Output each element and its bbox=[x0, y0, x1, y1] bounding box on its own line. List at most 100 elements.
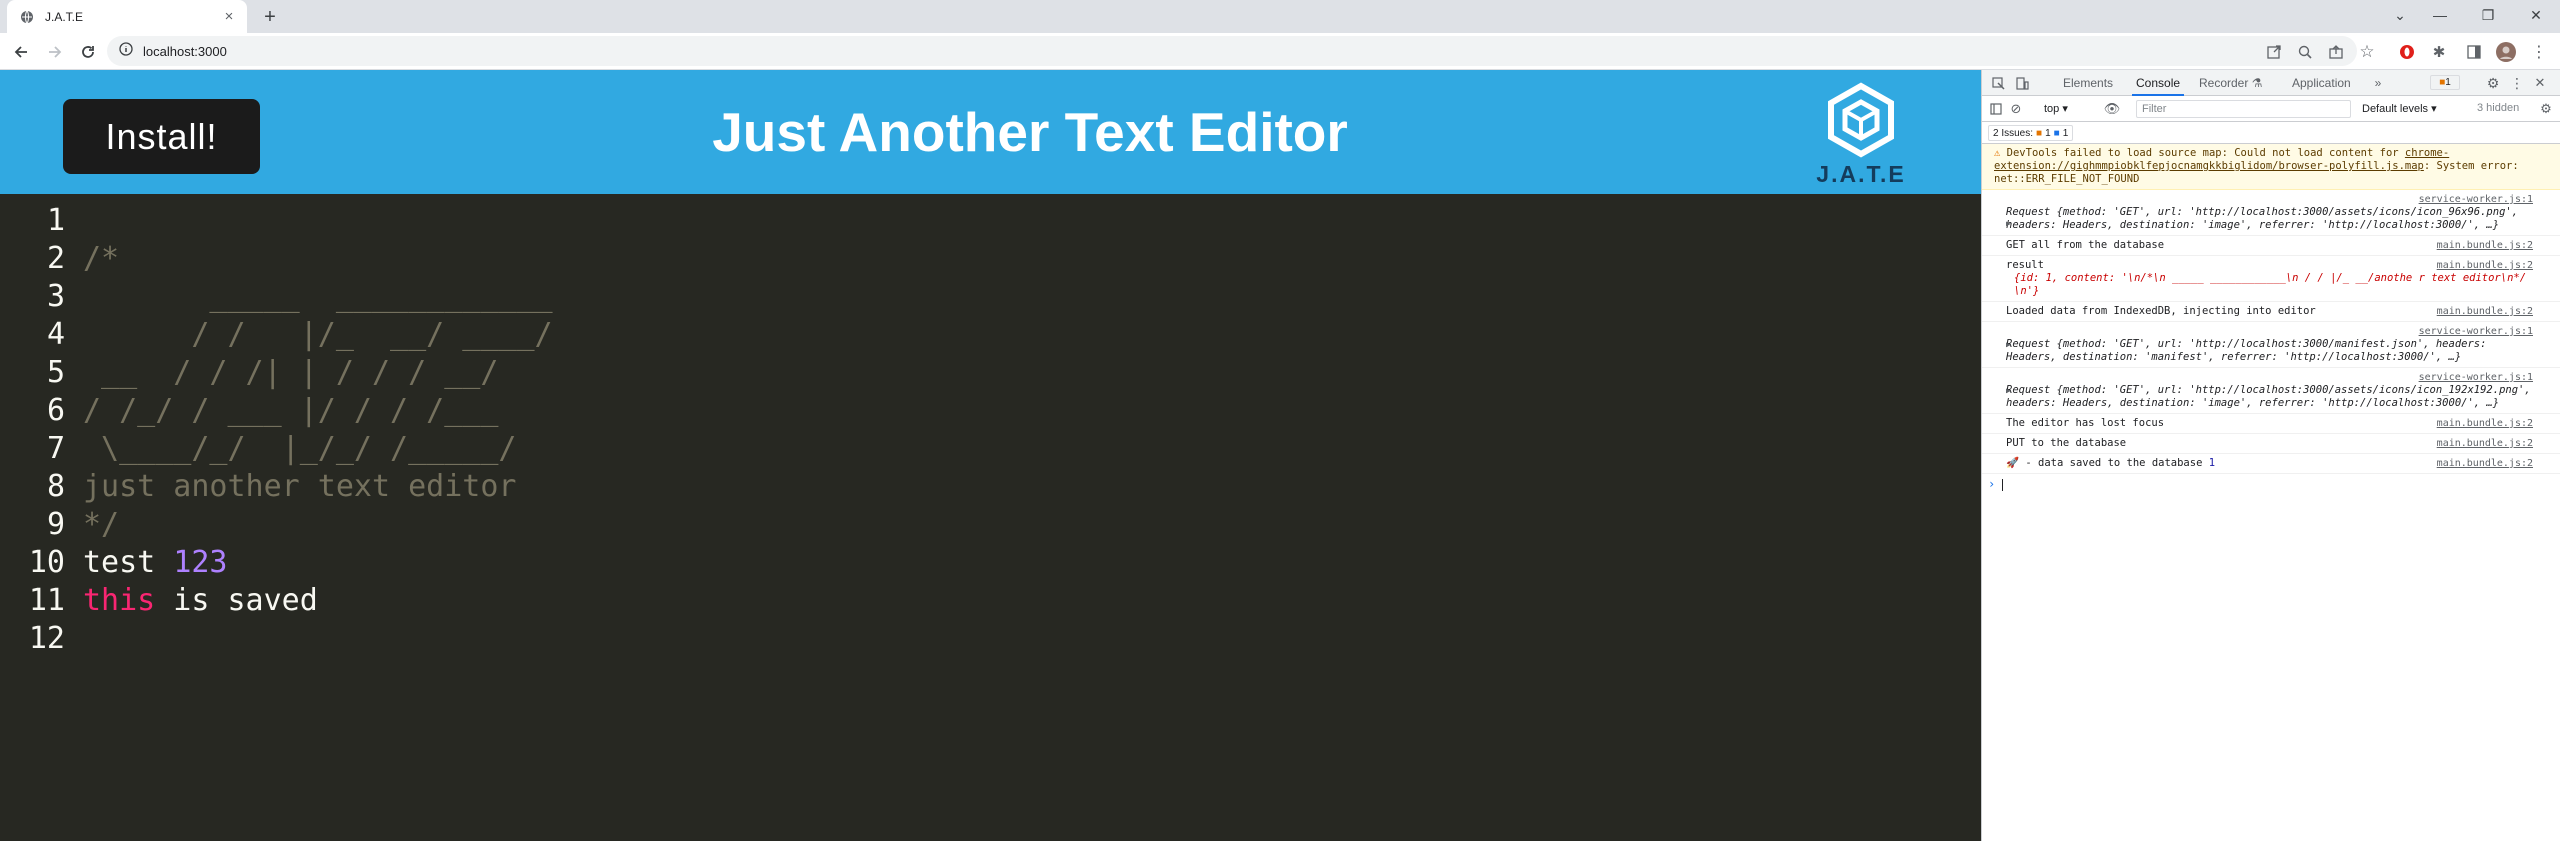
log-levels-dropdown[interactable]: Default levels ▾ bbox=[2362, 102, 2437, 115]
editor-line: 5 __ / / /| | / / / __/ bbox=[0, 354, 1981, 392]
zoom-icon[interactable] bbox=[2293, 40, 2317, 64]
levels-label: Default levels bbox=[2362, 103, 2429, 115]
minimize-icon[interactable]: — bbox=[2416, 0, 2464, 30]
message-source-link[interactable]: main.bundle.js:2 bbox=[2437, 305, 2533, 318]
share-icon[interactable] bbox=[2324, 40, 2348, 64]
request-object[interactable]: Request {method: 'GET', url: 'http://loc… bbox=[2006, 206, 2518, 231]
message-source-link[interactable]: service-worker.js:1 bbox=[2006, 193, 2539, 206]
expand-arrow-icon[interactable]: ▶ bbox=[2006, 384, 2011, 397]
line-number: 3 bbox=[46, 279, 65, 314]
eye-icon[interactable]: 👁 bbox=[2104, 101, 2121, 117]
hidden-count: 3 hidden bbox=[2477, 102, 2520, 114]
issues-info-count: 1 bbox=[2062, 127, 2069, 139]
expand-arrow-icon[interactable]: ▶ bbox=[2006, 338, 2011, 351]
browser-tab-strip: J.A.T.E × + ⌄ — ❐ ✕ bbox=[0, 0, 2560, 33]
line-number: 5 bbox=[46, 355, 65, 390]
browser-toolbar: localhost:3000 ☆ ✱ ⋮ bbox=[0, 33, 2560, 70]
context-label: top bbox=[2044, 103, 2060, 115]
message-source-link[interactable]: service-worker.js:1 bbox=[2006, 371, 2539, 384]
request-object[interactable]: Request {method: 'GET', url: 'http://loc… bbox=[2006, 384, 2531, 409]
editor-line: 3 _____ ____________ bbox=[0, 278, 1981, 316]
editor-line: 7 \____/_/ |_/_/ /_____/ bbox=[0, 430, 1981, 468]
opera-extension-icon[interactable] bbox=[2395, 40, 2419, 64]
comment-text: \____/_/ |_/_/ /_____/ bbox=[83, 431, 517, 466]
message-source-link[interactable]: main.bundle.js:2 bbox=[2437, 239, 2533, 252]
tab-application[interactable]: Application bbox=[2292, 70, 2351, 96]
profile-avatar[interactable] bbox=[2494, 40, 2518, 64]
inspect-element-icon[interactable] bbox=[1990, 75, 2006, 91]
editor-line: 10 test 123 bbox=[0, 544, 1981, 582]
comment-text: _____ ____________ bbox=[83, 279, 553, 314]
line-number: 6 bbox=[46, 393, 65, 428]
issues-label: 2 Issues: bbox=[1993, 127, 2034, 139]
new-tab-icon[interactable]: + bbox=[258, 5, 282, 29]
side-panel-icon[interactable] bbox=[2462, 40, 2486, 64]
settings-gear-icon[interactable]: ⚙ bbox=[2485, 75, 2501, 91]
result-object[interactable]: {id: 1, content: '\n/*\n _____ _________… bbox=[2006, 272, 2539, 298]
sidebar-toggle-icon[interactable] bbox=[1988, 101, 2004, 117]
more-tabs-icon[interactable]: » bbox=[2370, 75, 2386, 91]
bookmark-star-icon[interactable]: ☆ bbox=[2355, 40, 2379, 64]
open-in-app-icon[interactable] bbox=[2262, 40, 2286, 64]
expand-arrow-icon[interactable]: ▶ bbox=[2006, 217, 2011, 230]
message-text: GET all from the database bbox=[2006, 239, 2165, 251]
clear-console-icon[interactable]: ⊘ bbox=[2008, 101, 2024, 117]
issues-warn-count: 1 bbox=[2045, 127, 2051, 139]
request-object[interactable]: Request {method: 'GET', url: 'http://loc… bbox=[2006, 338, 2486, 363]
console-message: service-worker.js:1 ▶ Request {method: '… bbox=[1982, 190, 2560, 236]
code-word: test bbox=[83, 545, 174, 580]
context-select[interactable]: top ▾ bbox=[2044, 102, 2068, 115]
message-source-link[interactable]: main.bundle.js:2 bbox=[2437, 437, 2533, 450]
forward-icon[interactable] bbox=[43, 40, 67, 64]
tab-elements[interactable]: Elements bbox=[2063, 70, 2113, 96]
code-number: 123 bbox=[173, 545, 228, 580]
filter-input[interactable]: Filter bbox=[2136, 100, 2351, 118]
code-keyword: this bbox=[83, 583, 156, 618]
editor-line: 12 bbox=[0, 620, 1981, 658]
device-toolbar-icon[interactable] bbox=[2014, 75, 2030, 91]
code-editor[interactable]: 1 2 /* 3 _____ ____________ 4 / / |/_ __/… bbox=[0, 202, 1981, 841]
kebab-menu-icon[interactable]: ⋮ bbox=[2509, 75, 2525, 91]
message-source-link[interactable]: main.bundle.js:2 bbox=[2437, 259, 2533, 272]
install-button[interactable]: Install! bbox=[63, 99, 260, 174]
line-number: 9 bbox=[46, 507, 65, 542]
line-number: 8 bbox=[46, 469, 65, 504]
issues-bar: 2 Issues: ■ 1 ■ 1 bbox=[1982, 122, 2560, 144]
tab-recorder[interactable]: Recorder ⚗ bbox=[2199, 70, 2262, 96]
message-source-link[interactable]: main.bundle.js:2 bbox=[2437, 457, 2533, 470]
console-settings-icon[interactable]: ⚙ bbox=[2538, 101, 2554, 117]
editor-line: 8 just another text editor bbox=[0, 468, 1981, 506]
restore-icon[interactable]: ❐ bbox=[2464, 0, 2512, 30]
console-prompt[interactable]: › bbox=[1982, 474, 2560, 494]
close-tab-icon[interactable]: × bbox=[221, 8, 237, 25]
issues-chip[interactable]: 2 Issues: ■ 1 ■ 1 bbox=[1988, 125, 2074, 141]
back-icon[interactable] bbox=[9, 40, 33, 64]
extensions-icon[interactable]: ✱ bbox=[2427, 40, 2451, 64]
app-title: Just Another Text Editor bbox=[712, 101, 1348, 163]
chrome-menu-icon[interactable]: ⋮ bbox=[2527, 40, 2551, 64]
issues-badge[interactable]: ■ 1 bbox=[2430, 75, 2460, 90]
console-message: service-worker.js:1 ▶ Request {method: '… bbox=[1982, 322, 2560, 368]
code-text: this is saved bbox=[83, 582, 318, 620]
message-number: 1 bbox=[2208, 457, 2216, 469]
comment-text: just another text editor bbox=[83, 469, 517, 504]
logo-text: J.A.T.E bbox=[1816, 161, 1906, 187]
cube-logo-icon bbox=[1828, 82, 1894, 158]
info-icon[interactable] bbox=[119, 41, 133, 61]
address-bar[interactable]: localhost:3000 bbox=[107, 36, 2357, 66]
message-source-link[interactable]: service-worker.js:1 bbox=[2006, 325, 2539, 338]
line-number: 2 bbox=[46, 241, 65, 276]
console-message: service-worker.js:1 ▶ Request {method: '… bbox=[1982, 368, 2560, 414]
browser-tab[interactable]: J.A.T.E × bbox=[7, 0, 247, 33]
tab-console[interactable]: Console bbox=[2132, 70, 2185, 96]
console-message: Loaded data from IndexedDB, injecting in… bbox=[1982, 302, 2560, 322]
console-message: 🚀 - data saved to the database 1 main.bu… bbox=[1982, 454, 2560, 474]
reload-icon[interactable] bbox=[76, 40, 100, 64]
prompt-chevron-icon: › bbox=[1988, 477, 1996, 491]
console-log: ⚠ DevTools failed to load source map: Co… bbox=[1982, 144, 2560, 494]
close-window-icon[interactable]: ✕ bbox=[2512, 0, 2560, 30]
flask-icon: ⚗ bbox=[2251, 76, 2263, 90]
line-number: 12 bbox=[28, 621, 65, 656]
close-devtools-icon[interactable]: ✕ bbox=[2532, 75, 2548, 91]
message-source-link[interactable]: main.bundle.js:2 bbox=[2437, 417, 2533, 430]
